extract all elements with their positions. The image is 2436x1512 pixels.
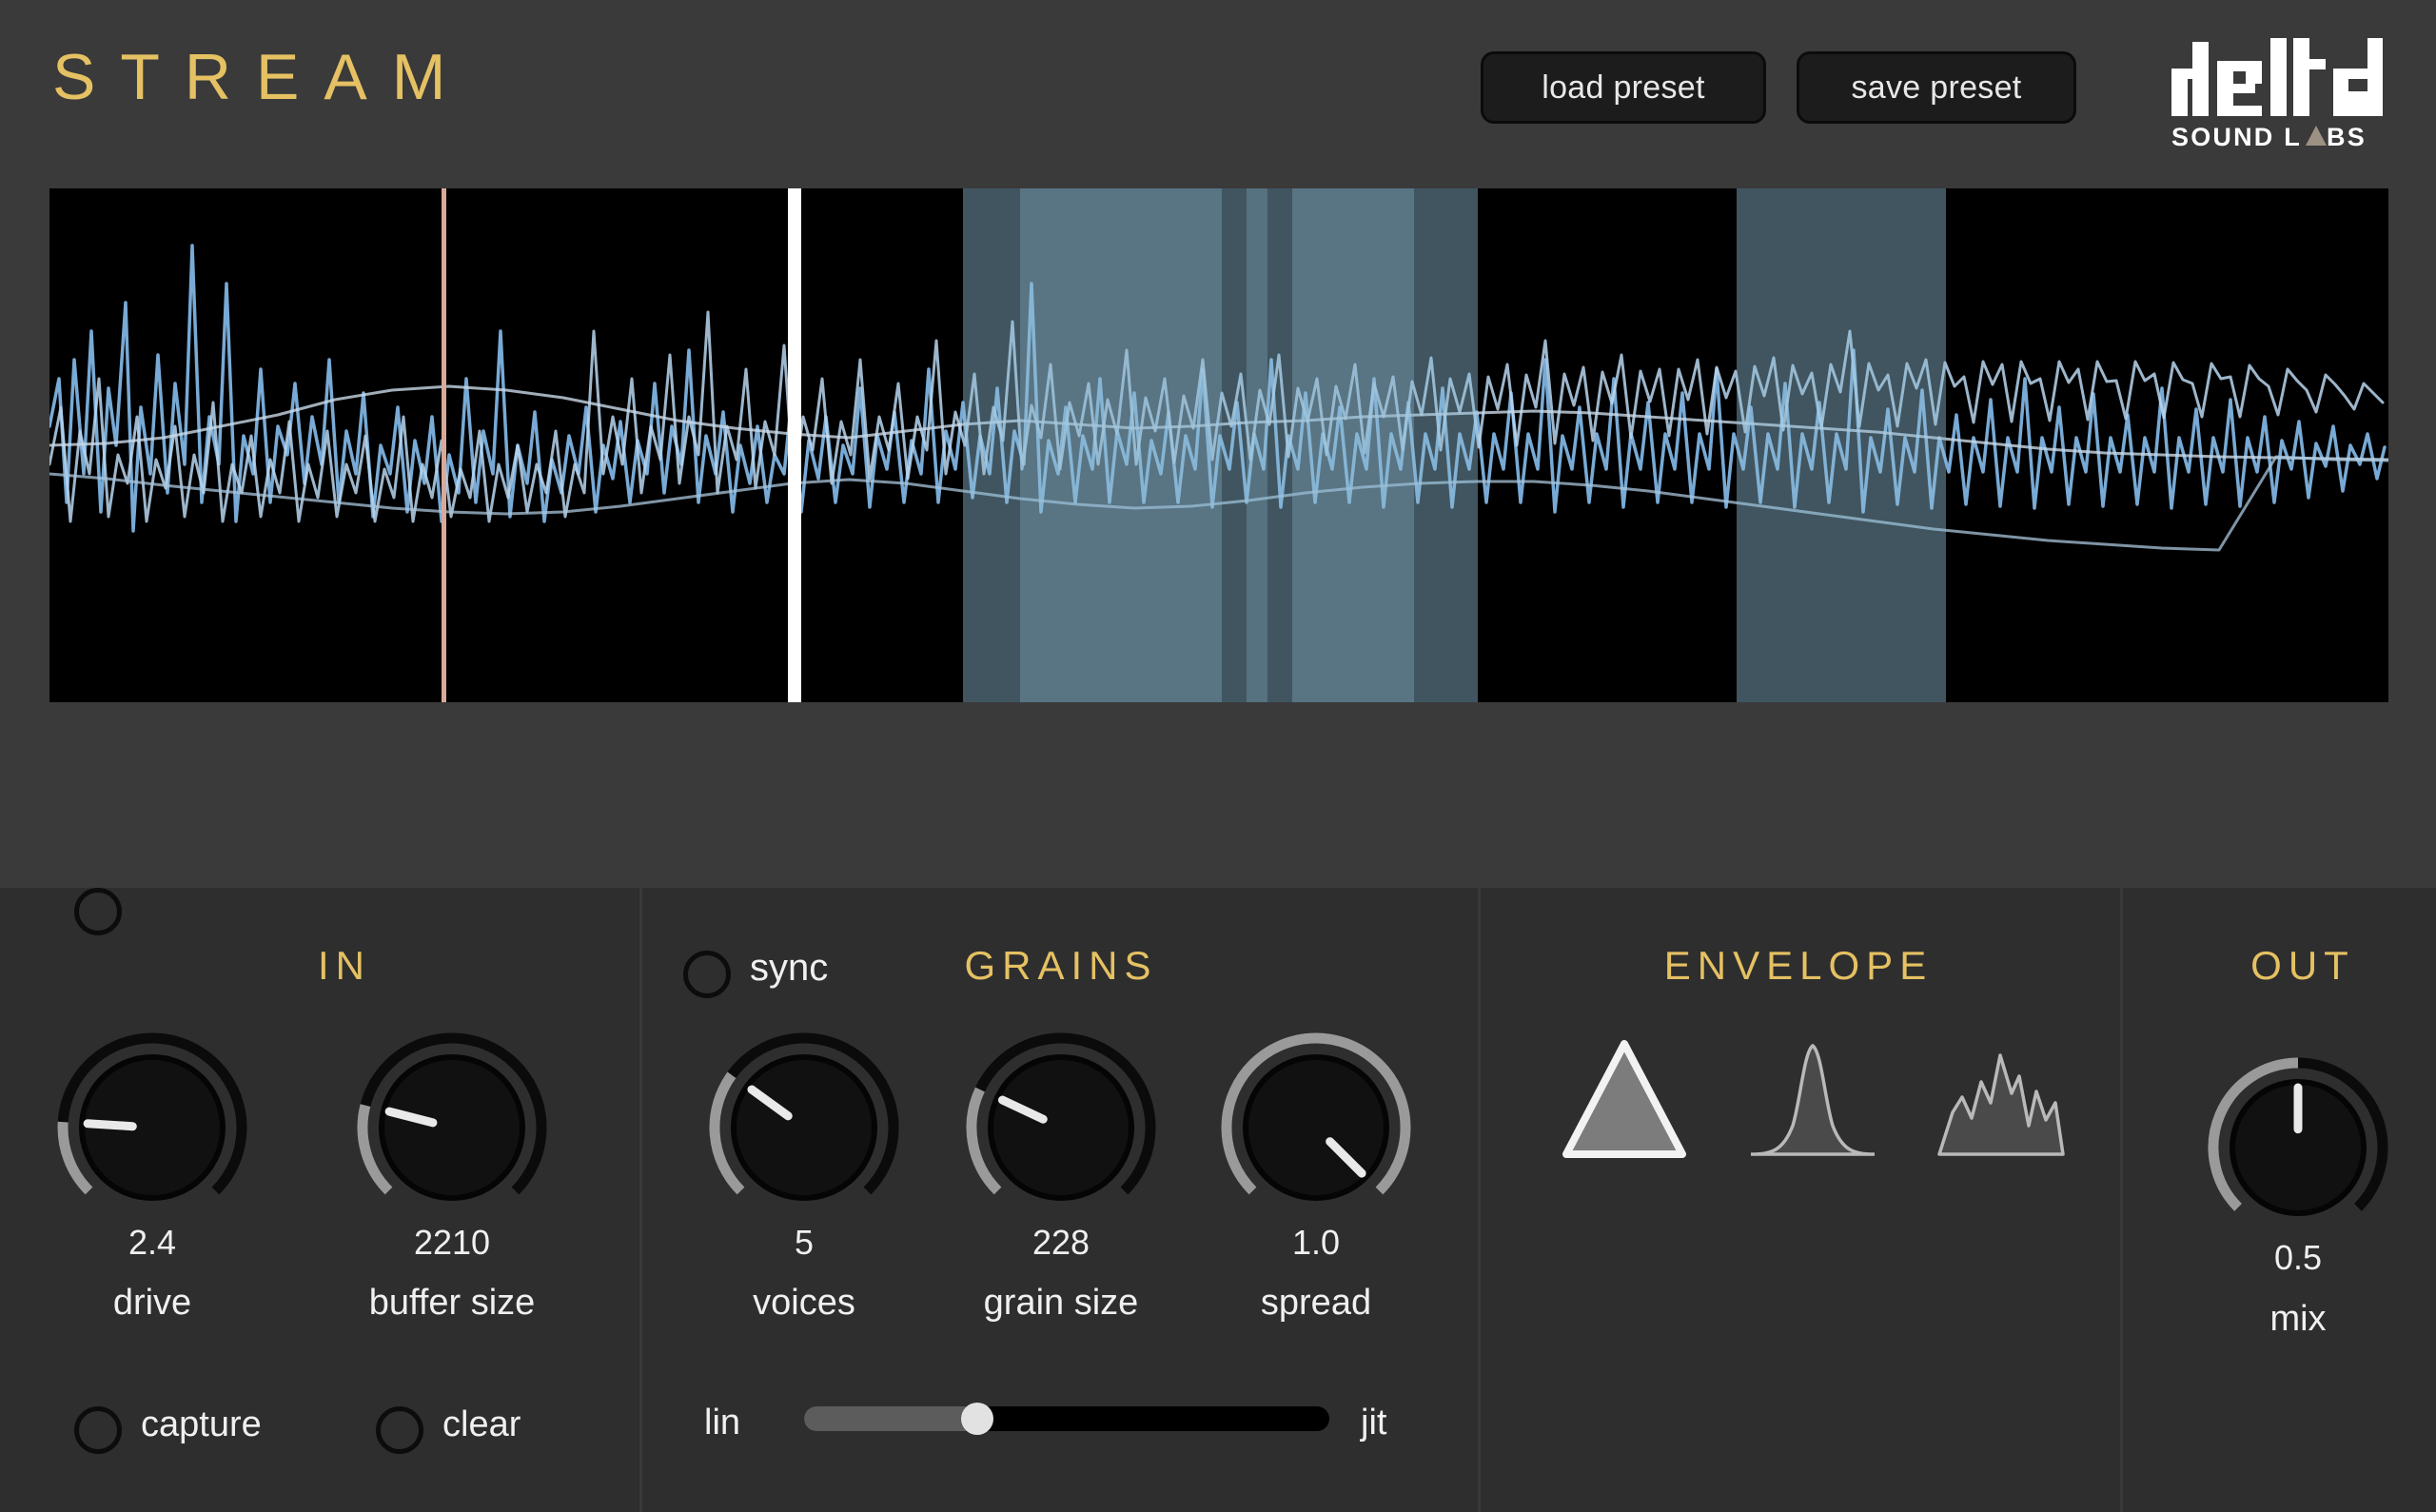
grain-region [1247, 188, 1267, 702]
mix-label: mix [2269, 1299, 2327, 1339]
header-bar: STREAM load preset save preset SOUND L B… [0, 0, 2436, 177]
grain-region [1020, 188, 1222, 702]
envelope-shape-jagged[interactable] [1937, 1038, 2065, 1160]
divider-grains-envelope [1478, 888, 1481, 1512]
grain-region [1222, 188, 1247, 702]
svg-text:BS: BS [2327, 123, 2367, 150]
section-title-in: IN [318, 943, 371, 988]
spread-value: 1.0 [1291, 1223, 1341, 1262]
drive-label: drive [112, 1283, 192, 1323]
mix-knob[interactable] [2208, 1057, 2388, 1238]
slider-label-lin: lin [704, 1403, 741, 1443]
divider-in-grains [639, 888, 642, 1512]
grain-region [1267, 188, 1292, 702]
sync-toggle[interactable] [683, 951, 731, 998]
plugin-window: STREAM load preset save preset SOUND L B… [0, 0, 2436, 1512]
spread-knob[interactable] [1221, 1032, 1411, 1223]
transport-bar [0, 704, 2436, 1512]
grain-region [963, 188, 1020, 702]
buffer-size-knob[interactable] [357, 1032, 547, 1223]
save-preset-button[interactable]: save preset [1797, 51, 2076, 124]
envelope-shape-triangle[interactable] [1561, 1038, 1688, 1160]
lin-jit-handle[interactable] [961, 1403, 994, 1435]
load-preset-button[interactable]: load preset [1481, 51, 1766, 124]
grain-size-label: grain size [983, 1283, 1139, 1323]
grain-region [1775, 188, 1946, 702]
grain-size-value: 228 [1031, 1223, 1090, 1262]
svg-text:SOUND L: SOUND L [2171, 123, 2302, 150]
grain-region [1292, 188, 1414, 702]
envelope-shape-gaussian[interactable] [1749, 1038, 1876, 1160]
grain-region [1737, 188, 1775, 702]
delta-sound-labs-logo: SOUND L BS [2171, 38, 2396, 150]
grain-size-knob[interactable] [966, 1032, 1156, 1223]
divider-envelope-out [2120, 888, 2123, 1512]
section-title-out: OUT [2250, 943, 2355, 988]
grain-region [1414, 188, 1478, 702]
clear-label: clear [442, 1404, 521, 1444]
playhead-line [788, 188, 801, 702]
section-title-grains: GRAINS [964, 943, 1158, 988]
mix-value: 0.5 [2273, 1238, 2323, 1277]
drive-knob[interactable] [57, 1032, 247, 1223]
drive-value: 2.4 [128, 1223, 177, 1262]
section-title-envelope: ENVELOPE [1663, 943, 1934, 988]
voices-label: voices [753, 1283, 855, 1323]
voices-value: 5 [794, 1223, 815, 1262]
spread-label: spread [1260, 1283, 1372, 1323]
buffer-size-value: 2210 [413, 1223, 491, 1262]
lin-jit-slider[interactable] [804, 1403, 1329, 1435]
page-title: STREAM [52, 41, 471, 113]
voices-knob[interactable] [709, 1032, 899, 1223]
waveform-display[interactable] [49, 188, 2388, 702]
slider-label-jit: jit [1361, 1403, 1387, 1443]
buffer-size-label: buffer size [368, 1283, 536, 1323]
playhead-line [442, 188, 446, 702]
clear-toggle[interactable] [376, 1406, 423, 1454]
sync-label: sync [750, 947, 829, 989]
capture-toggle[interactable] [74, 1406, 122, 1454]
capture-label: capture [141, 1404, 262, 1444]
lin-jit-fill [804, 1406, 978, 1431]
